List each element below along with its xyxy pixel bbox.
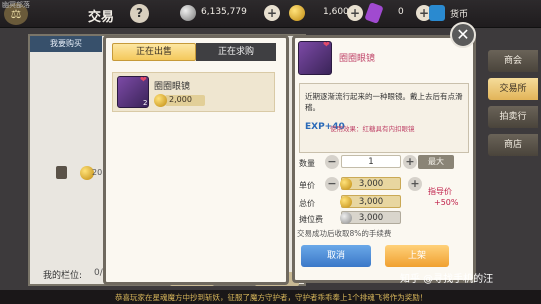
total-label: 总价	[299, 199, 315, 208]
heart-icon: ❤	[140, 75, 147, 84]
item-quantity: 2	[143, 99, 148, 107]
list-item-button[interactable]: 上架	[385, 245, 449, 267]
ticker-text: 恭喜玩家在星魂魔方中抄到斩妖，征服了魔方守护者，守护者乖乖奉上1个排魂飞将作为奖…	[115, 293, 428, 302]
tab-buying[interactable]: 正在求购	[196, 43, 276, 61]
side-tab-exchange[interactable]: 交易所	[488, 78, 538, 100]
detail-item-name: 圈圈眼镜	[339, 54, 376, 64]
gold-coin-icon	[289, 5, 305, 21]
side-tab-shop[interactable]: 商店	[488, 134, 538, 156]
currency-icon[interactable]	[429, 5, 445, 21]
item-price: 2,000	[169, 95, 192, 104]
fee-note: 交易成功后收取8%的手续费	[297, 229, 392, 238]
price-plus-button[interactable]: +	[408, 177, 422, 191]
gold-coin-icon	[340, 178, 352, 190]
effect-text: 使用效果：红糖具有内扣眼镜	[330, 125, 415, 133]
max-button[interactable]: 最大	[418, 155, 454, 169]
percent-label: +50%	[434, 198, 459, 207]
heart-icon: ❤	[323, 40, 330, 49]
page-title: 交易	[88, 10, 115, 25]
gold-coin-icon	[340, 196, 352, 208]
watermark: 知乎 @寻找手机的汪	[400, 274, 494, 285]
add-gold-button[interactable]: +	[347, 5, 363, 21]
price-minus-button[interactable]: −	[325, 177, 339, 191]
gem-amount: 0	[398, 7, 404, 17]
tab-buy[interactable]: 我要购买	[30, 36, 102, 52]
gold-amount: 1,600	[323, 7, 349, 17]
help-icon[interactable]: ?	[130, 4, 149, 23]
silver-coin-icon	[340, 212, 352, 224]
gold-coin-icon	[154, 94, 167, 107]
background-price: 20	[92, 168, 103, 177]
cancel-button[interactable]: 取消	[301, 245, 371, 267]
slot-label: 我的栏位:	[43, 271, 83, 281]
item-description: 近期逐渐流行起来的一种眼镜。戴上去后有点滑稽。	[305, 92, 463, 112]
app-tag: 幽冥部落	[2, 1, 30, 9]
quantity-input[interactable]: 1	[341, 155, 401, 168]
silver-amount: 6,135,779	[201, 7, 247, 17]
guide-price-label: 指导价	[428, 187, 452, 196]
side-tab-auction[interactable]: 拍卖行	[488, 106, 538, 128]
quantity-plus-button[interactable]: +	[403, 155, 417, 169]
add-silver-button[interactable]: +	[264, 5, 280, 21]
unit-price-label: 单价	[299, 181, 315, 190]
quantity-label: 数量	[299, 159, 315, 168]
side-tab-chamber[interactable]: 商会	[488, 50, 538, 72]
quantity-minus-button[interactable]: −	[325, 155, 339, 169]
tab-selling[interactable]: 正在出售	[112, 43, 196, 61]
currency-label[interactable]: 货币	[450, 7, 468, 20]
stall-fee-label: 摊位费	[299, 215, 323, 224]
close-icon[interactable]: ✕	[450, 22, 476, 48]
lock-icon	[56, 166, 67, 179]
silver-coin-icon	[180, 5, 196, 21]
item-name: 圈圈眼镜	[154, 82, 191, 92]
